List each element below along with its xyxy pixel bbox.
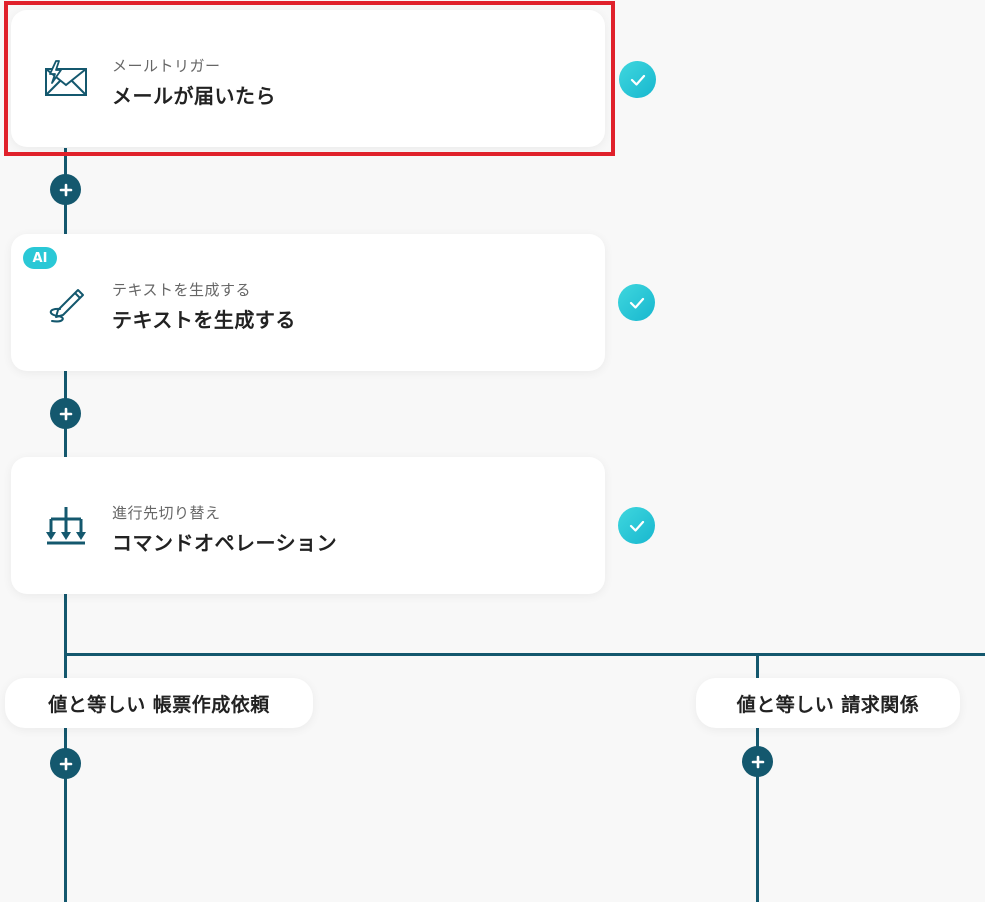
check-icon xyxy=(618,507,655,544)
step-title: メールが届いたら xyxy=(112,84,276,108)
check-icon xyxy=(619,61,656,98)
check-icon xyxy=(618,284,655,321)
plus-icon xyxy=(59,757,72,770)
plus-icon xyxy=(751,755,764,768)
add-step-button[interactable] xyxy=(50,748,81,779)
mail-trigger-icon xyxy=(43,58,89,100)
ai-badge: AI xyxy=(23,247,57,269)
step-card-generate-text[interactable]: テキストを生成する テキストを生成する xyxy=(11,234,605,371)
step-subtitle: 進行先切り替え xyxy=(112,504,221,522)
branch-condition-pill[interactable]: 値と等しい 請求関係 xyxy=(696,678,960,728)
add-step-button[interactable] xyxy=(50,174,81,205)
branch-line xyxy=(64,653,985,656)
step-subtitle: メールトリガー xyxy=(112,57,221,75)
step-title: テキストを生成する xyxy=(112,308,296,332)
step-card-branch[interactable]: 進行先切り替え コマンドオペレーション xyxy=(11,457,605,594)
step-title: コマンドオペレーション xyxy=(112,531,338,555)
step-subtitle: テキストを生成する xyxy=(112,281,252,299)
add-step-button[interactable] xyxy=(50,398,81,429)
flow-canvas: メールトリガー メールが届いたら テキストを生成する テキストを生成する AI xyxy=(0,0,985,902)
add-step-button[interactable] xyxy=(742,746,773,777)
plus-icon xyxy=(59,407,72,420)
branch-condition-pill[interactable]: 値と等しい 帳票作成依頼 xyxy=(5,678,313,728)
step-card-mail-trigger[interactable]: メールトリガー メールが届いたら xyxy=(11,10,605,147)
plus-icon xyxy=(59,183,72,196)
pen-icon xyxy=(43,282,89,324)
branch-icon xyxy=(43,505,89,547)
